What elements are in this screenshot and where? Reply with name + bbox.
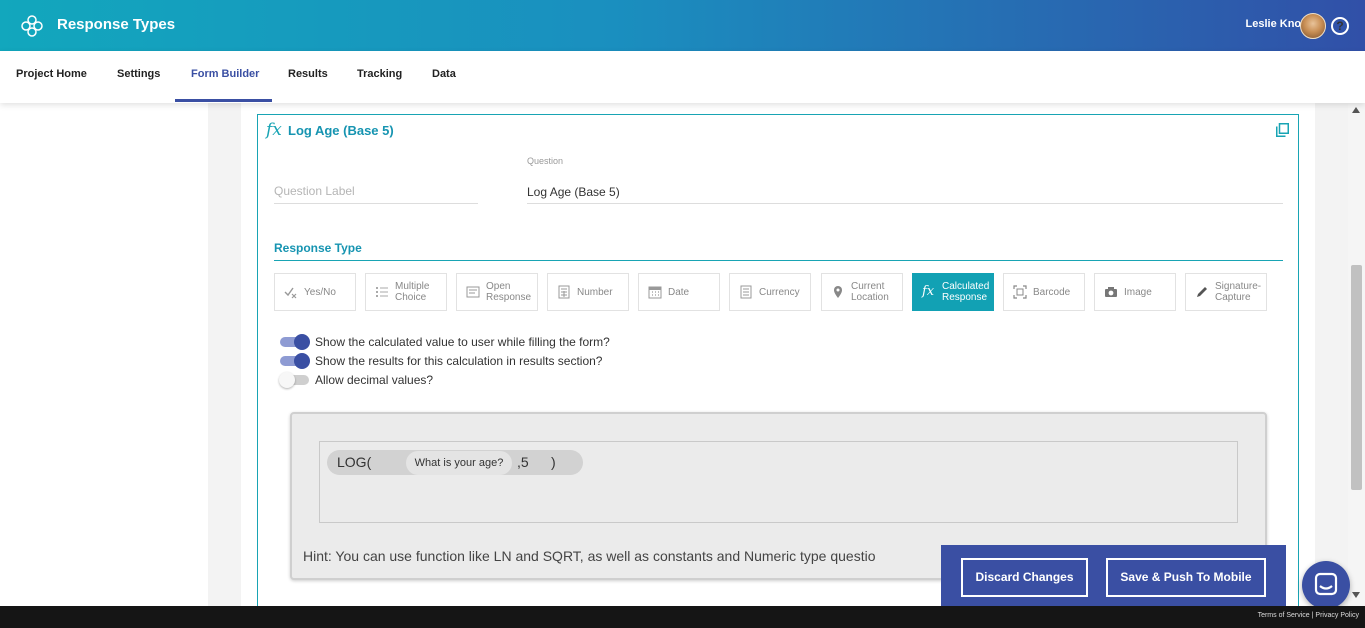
copy-icon[interactable] — [1276, 123, 1289, 137]
response-type-date[interactable]: Date — [638, 273, 720, 311]
response-type-divider — [274, 260, 1283, 261]
save-push-to-mobile-button[interactable]: Save & Push To Mobile — [1106, 558, 1266, 597]
response-type-heading: Response Type — [274, 241, 362, 255]
scrollbar-thumb[interactable] — [1351, 265, 1362, 490]
question-input[interactable]: Log Age (Base 5) — [527, 185, 1283, 204]
tab-form-builder[interactable]: Form Builder — [191, 68, 259, 80]
response-type-yes-no[interactable]: Yes/No — [274, 273, 356, 311]
response-type-label: Currency — [759, 286, 800, 298]
response-type-number[interactable]: Number — [547, 273, 629, 311]
calculator-icon — [558, 285, 570, 299]
question-card-title: Log Age (Base 5) — [288, 123, 394, 138]
question-caption: Question — [527, 156, 564, 166]
response-type-multiple-choice[interactable]: Multiple Choice — [365, 273, 447, 311]
footer-separator: | — [1311, 612, 1314, 619]
scroll-up-icon[interactable] — [1352, 107, 1360, 113]
chat-icon — [1314, 572, 1338, 596]
fx-icon: fx — [922, 284, 935, 299]
left-panel — [0, 103, 208, 606]
calendar-icon — [648, 286, 662, 299]
chat-launcher-button[interactable] — [1302, 561, 1350, 609]
response-type-open-response[interactable]: Open Response — [456, 273, 538, 311]
tab-data[interactable]: Data — [432, 68, 456, 80]
text-box-icon — [466, 286, 480, 298]
currency-icon — [740, 285, 752, 299]
app-logo-icon[interactable] — [20, 14, 44, 38]
tab-results[interactable]: Results — [288, 68, 328, 80]
location-pin-icon — [834, 286, 842, 298]
formula-hint: Hint: You can use function like LN and S… — [303, 548, 876, 564]
toggle-label: Show the calculated value to user while … — [315, 335, 610, 349]
response-type-image[interactable]: Image — [1094, 273, 1176, 311]
response-type-signature-capture[interactable]: Signature-Capture — [1185, 273, 1267, 311]
allow-decimal-toggle[interactable] — [279, 372, 309, 388]
discard-changes-button[interactable]: Discard Changes — [961, 558, 1088, 597]
response-type-current-location[interactable]: Current Location — [821, 273, 903, 311]
response-type-label: Image — [1124, 286, 1152, 298]
response-type-barcode[interactable]: Barcode — [1003, 273, 1085, 311]
pen-icon — [1197, 287, 1207, 297]
tab-tracking[interactable]: Tracking — [357, 68, 402, 80]
main-nav: Project Home Settings Form Builder Resul… — [0, 51, 1365, 103]
response-type-label: Calculated Response — [942, 281, 990, 303]
response-type-label: Date — [668, 286, 690, 298]
top-header: Response Types Leslie Knope — [0, 0, 1365, 51]
yes-no-icon — [284, 287, 297, 299]
formula-argument: ,5 — [517, 454, 529, 470]
response-type-label: Signature-Capture — [1215, 281, 1262, 303]
privacy-policy-link[interactable]: Privacy Policy — [1315, 612, 1359, 619]
help-icon[interactable]: ? — [1331, 17, 1349, 35]
response-type-label: Multiple Choice — [395, 281, 430, 303]
toggle-label: Allow decimal values? — [315, 373, 434, 387]
question-label-input[interactable]: Question Label — [274, 184, 478, 204]
response-type-label: Number — [577, 286, 613, 298]
tab-settings[interactable]: Settings — [117, 68, 160, 80]
camera-icon — [1105, 287, 1117, 297]
footer-bar — [0, 606, 1365, 628]
response-type-label: Yes/No — [304, 286, 336, 298]
response-type-currency[interactable]: Currency — [729, 273, 811, 311]
barcode-icon — [1013, 285, 1027, 299]
response-type-label: Current Location — [851, 281, 889, 303]
scroll-down-icon[interactable] — [1352, 592, 1360, 598]
page-title: Response Types — [57, 16, 176, 33]
toggle-label: Show the results for this calculation in… — [315, 354, 603, 368]
response-type-calculated-response[interactable]: fx Calculated Response — [912, 273, 994, 311]
list-icon — [376, 287, 388, 297]
terms-of-service-link[interactable]: Terms of Service — [1258, 612, 1310, 619]
fx-icon: fx — [266, 120, 282, 140]
active-tab-indicator — [175, 99, 272, 102]
response-type-label: Open Response — [486, 281, 532, 303]
show-results-toggle[interactable] — [280, 353, 310, 369]
avatar[interactable] — [1300, 13, 1326, 39]
formula-question-token[interactable]: What is your age? — [406, 451, 512, 475]
tab-project-home[interactable]: Project Home — [16, 68, 87, 80]
formula-close-paren: ) — [551, 454, 556, 470]
response-type-label: Barcode — [1033, 286, 1071, 298]
show-calculated-value-toggle[interactable] — [280, 334, 310, 350]
formula-function: LOG( — [337, 454, 372, 470]
footer-links: Terms of Service | Privacy Policy — [1258, 612, 1359, 619]
